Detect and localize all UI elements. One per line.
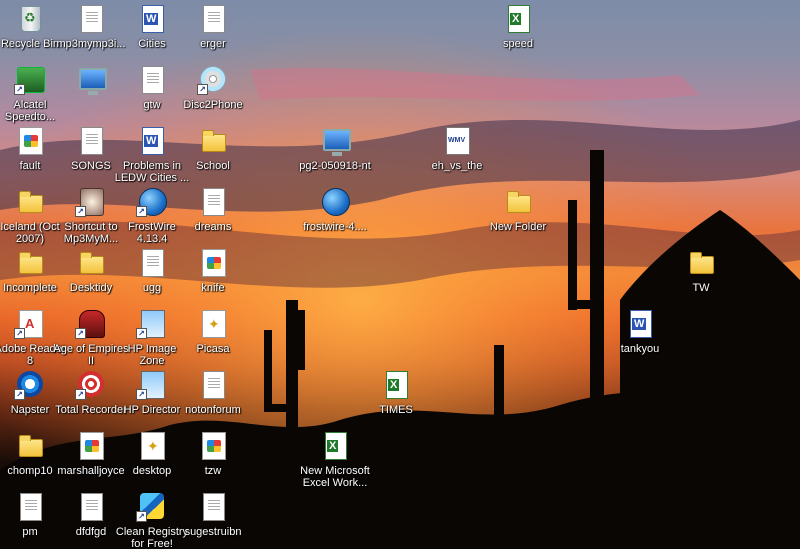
icon-label: tzw bbox=[204, 465, 222, 477]
total-recorder-icon: ↗ bbox=[75, 368, 107, 400]
desktop-icon-sugestruibn[interactable]: sugestruibn bbox=[175, 490, 251, 538]
icon-label: speed bbox=[503, 38, 533, 50]
folder-icon bbox=[197, 124, 229, 156]
icon-label: frostwire-4.... bbox=[303, 221, 367, 233]
desktop-icon-notonforum[interactable]: notonforum bbox=[175, 368, 251, 416]
icon-label: TW bbox=[692, 282, 710, 294]
desktop-icon-frostwire-installer[interactable]: frostwire-4.... bbox=[297, 185, 373, 233]
desktop-icon-erger[interactable]: erger bbox=[175, 2, 251, 50]
frostwire-icon: ↗ bbox=[136, 185, 168, 217]
icon-label: TIMES bbox=[379, 404, 413, 416]
picasa-icon bbox=[197, 307, 229, 339]
text-document-icon bbox=[197, 490, 229, 522]
zip-folder-icon bbox=[14, 429, 46, 461]
icon-label: New Microsoft Excel Work... bbox=[300, 465, 370, 489]
my-computer-icon bbox=[75, 63, 107, 95]
image-file-icon bbox=[197, 246, 229, 278]
folder-icon bbox=[75, 246, 107, 278]
icon-label: Picasa bbox=[196, 343, 230, 355]
frostwire-icon bbox=[319, 185, 351, 217]
napster-icon: ↗ bbox=[14, 368, 46, 400]
folder-icon bbox=[14, 246, 46, 278]
icon-label: pg2-050918-nt bbox=[299, 160, 371, 172]
network-modem-icon: ↗ bbox=[14, 63, 46, 95]
disc2phone-app-icon: ↗ bbox=[197, 63, 229, 95]
icon-label: sugestruibn bbox=[184, 526, 242, 538]
icon-label: knife bbox=[201, 282, 225, 294]
icon-label: notonforum bbox=[185, 404, 241, 416]
hp-image-zone-icon: ↗ bbox=[136, 307, 168, 339]
hp-director-icon: ↗ bbox=[136, 368, 168, 400]
image-file-icon bbox=[197, 429, 229, 461]
text-document-icon bbox=[197, 185, 229, 217]
text-document-icon bbox=[197, 368, 229, 400]
icon-label: dreams bbox=[194, 221, 232, 233]
desktop-icon-new-folder[interactable]: New Folder bbox=[480, 185, 556, 233]
icon-label: School bbox=[196, 160, 230, 172]
adobe-reader-icon: ↗ bbox=[14, 307, 46, 339]
excel-spreadsheet-icon bbox=[319, 429, 351, 461]
icon-label: Alcatel Speedto... bbox=[4, 99, 56, 123]
shortcut-app-icon: ↗ bbox=[75, 185, 107, 217]
desktop-icon-new-excel-worksheet[interactable]: New Microsoft Excel Work... bbox=[297, 429, 373, 489]
text-document-icon bbox=[75, 490, 107, 522]
media-player-doc-icon bbox=[75, 2, 107, 34]
clean-registry-icon: ↗ bbox=[136, 490, 168, 522]
desktop-icon-tankyou[interactable]: tankyou bbox=[602, 307, 678, 355]
desktop-icon-pg2[interactable]: pg2-050918-nt bbox=[297, 124, 373, 172]
desktop-icon-dreams[interactable]: dreams bbox=[175, 185, 251, 233]
icon-label: tankyou bbox=[620, 343, 660, 355]
folder-icon bbox=[685, 246, 717, 278]
folder-icon bbox=[14, 185, 46, 217]
icon-label: erger bbox=[200, 38, 226, 50]
desktop[interactable]: Recycle Bin ↗ Alcatel Speedto... fault I… bbox=[0, 0, 800, 549]
picasa-doc-icon bbox=[136, 429, 168, 461]
folder-icon bbox=[502, 185, 534, 217]
desktop-icon-eh-vs-the[interactable]: eh_vs_the bbox=[419, 124, 495, 172]
excel-spreadsheet-icon bbox=[380, 368, 412, 400]
text-document-icon bbox=[136, 63, 168, 95]
text-document-icon bbox=[197, 2, 229, 34]
text-document-icon bbox=[14, 490, 46, 522]
excel-spreadsheet-icon bbox=[502, 2, 534, 34]
installer-icon bbox=[319, 124, 351, 156]
desktop-icon-times[interactable]: TIMES bbox=[358, 368, 434, 416]
desktop-icon-disc2phone[interactable]: ↗ Disc2Phone bbox=[175, 63, 251, 111]
desktop-icon-picasa[interactable]: Picasa bbox=[175, 307, 251, 355]
desktop-icon-speed[interactable]: speed bbox=[480, 2, 556, 50]
desktop-icon-school-folder[interactable]: School bbox=[175, 124, 251, 172]
text-document-icon bbox=[136, 246, 168, 278]
recycle-bin-icon bbox=[14, 2, 46, 34]
age-of-empires-icon: ↗ bbox=[75, 307, 107, 339]
word-document-icon bbox=[136, 2, 168, 34]
icon-label: New Folder bbox=[489, 221, 547, 233]
word-document-icon bbox=[136, 124, 168, 156]
icon-label: Disc2Phone bbox=[183, 99, 243, 111]
desktop-icon-tzw[interactable]: tzw bbox=[175, 429, 251, 477]
word-document-icon bbox=[624, 307, 656, 339]
desktop-icon-tw-folder[interactable]: TW bbox=[663, 246, 739, 294]
image-file-icon bbox=[75, 429, 107, 461]
icon-label: eh_vs_the bbox=[431, 160, 483, 172]
wmv-video-icon bbox=[441, 124, 473, 156]
text-document-icon bbox=[75, 124, 107, 156]
desktop-icon-knife[interactable]: knife bbox=[175, 246, 251, 294]
image-file-icon bbox=[14, 124, 46, 156]
